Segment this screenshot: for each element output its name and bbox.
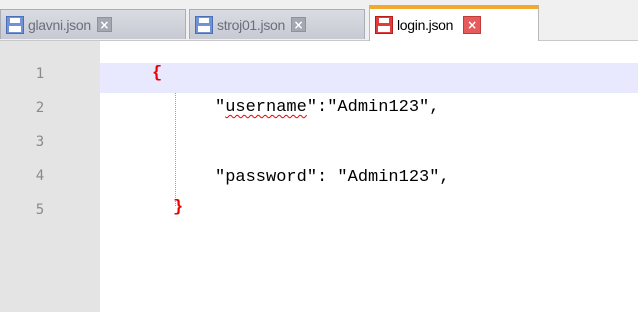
tab-bar: glavni.json × stroj01.json × login.json … — [0, 0, 638, 41]
tab-label: stroj01.json — [217, 16, 285, 33]
close-brace: } — [173, 198, 184, 217]
misspelled-word: username — [225, 98, 307, 117]
saved-file-icon — [6, 15, 24, 34]
code-line-password: "password": "Admin123", — [215, 168, 450, 187]
quote: " — [215, 98, 226, 117]
open-brace: { — [152, 64, 163, 83]
username-value: ":"Admin123", — [306, 98, 440, 117]
close-icon[interactable]: × — [463, 16, 482, 34]
close-icon[interactable]: × — [291, 17, 306, 32]
tab-glavni-json[interactable]: glavni.json × — [0, 9, 186, 39]
tab-login-json[interactable]: login.json × — [369, 5, 539, 41]
saved-file-icon — [195, 15, 213, 34]
line-number: 3 — [35, 134, 45, 150]
close-icon[interactable]: × — [96, 17, 112, 32]
line-number: 5 — [35, 202, 45, 218]
code-line-username: "username":"Admin123", — [215, 98, 439, 117]
tab-label: glavni.json — [28, 16, 91, 33]
unsaved-file-icon — [375, 16, 393, 34]
indent-guide — [175, 93, 176, 206]
tab-stroj01-json[interactable]: stroj01.json × — [189, 9, 365, 39]
line-number-gutter: 1 2 3 4 5 — [0, 41, 100, 312]
current-line-highlight — [100, 63, 638, 93]
line-number: 2 — [35, 100, 45, 116]
tab-label: login.json — [397, 17, 454, 33]
line-number: 4 — [35, 168, 45, 184]
line-number: 1 — [35, 66, 45, 82]
